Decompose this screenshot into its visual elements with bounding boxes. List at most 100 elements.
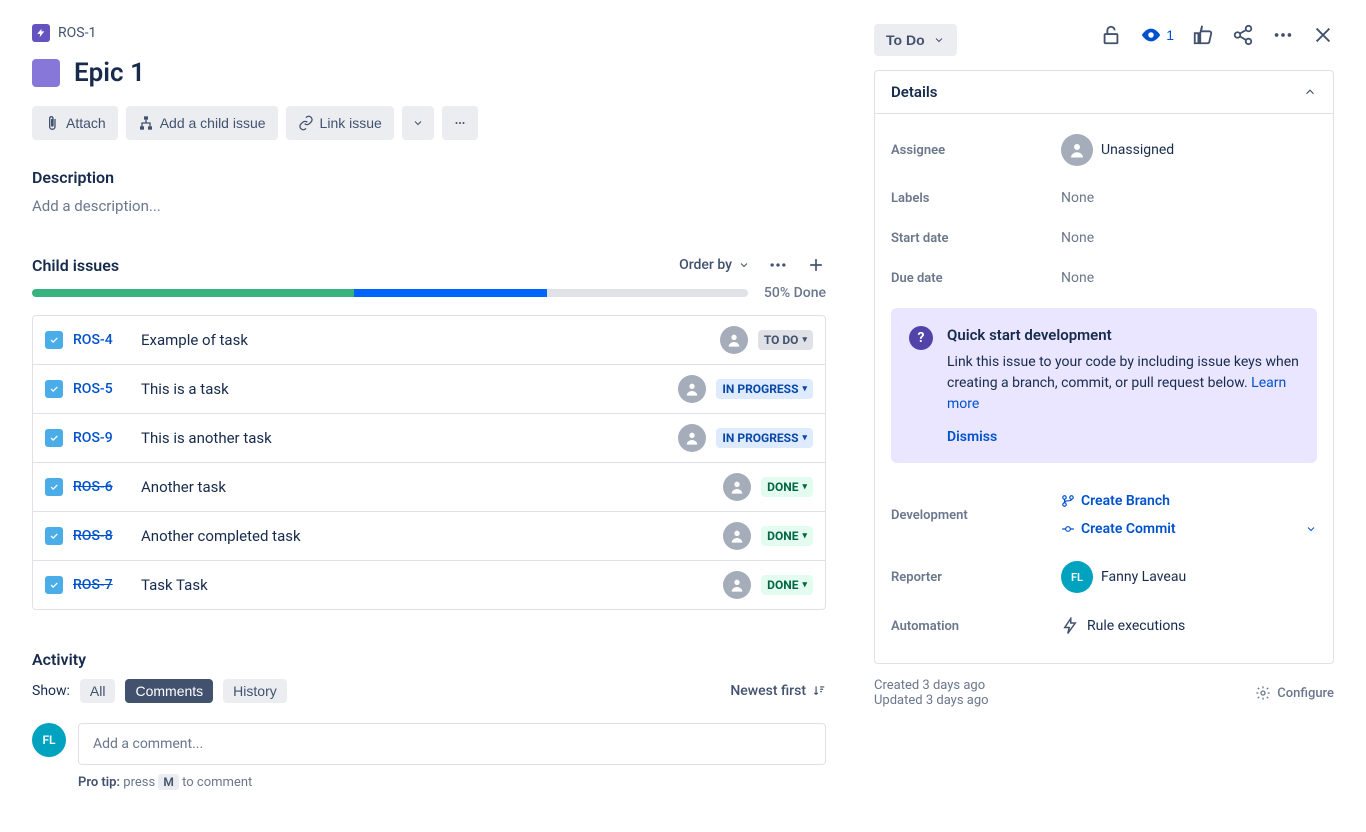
epic-type-icon <box>32 24 50 42</box>
issue-key-link[interactable]: ROS-4 <box>73 332 131 348</box>
lock-button[interactable] <box>1100 24 1122 46</box>
chevron-down-icon: ▾ <box>802 384 807 394</box>
created-timestamp: Created 3 days ago <box>874 678 989 693</box>
close-button[interactable] <box>1312 24 1334 46</box>
chevron-down-icon: ▾ <box>802 482 807 492</box>
create-branch-link[interactable]: Create Branch <box>1061 493 1170 509</box>
link-icon <box>298 115 314 131</box>
chevron-down-icon: ▾ <box>802 531 807 541</box>
tab-comments[interactable]: Comments <box>125 679 213 703</box>
header-more-button[interactable] <box>1272 24 1294 46</box>
attach-button[interactable]: Attach <box>32 106 118 140</box>
add-child-button[interactable]: Add a child issue <box>126 106 278 140</box>
comment-input[interactable]: Add a comment... <box>78 723 826 765</box>
tab-history[interactable]: History <box>223 679 287 703</box>
dots-icon <box>1272 24 1294 46</box>
add-child-label: Add a child issue <box>160 115 266 131</box>
issue-key-link[interactable]: ROS-5 <box>73 381 131 397</box>
attachment-icon <box>44 115 60 131</box>
dots-icon <box>454 114 466 132</box>
assignee-avatar[interactable] <box>678 424 706 452</box>
sort-newest-first[interactable]: Newest first <box>730 683 826 699</box>
status-label: To Do <box>886 32 925 48</box>
branch-icon <box>1061 494 1075 508</box>
details-label: Details <box>891 83 937 101</box>
automation-field[interactable]: Rule executions <box>1061 617 1317 635</box>
task-type-icon <box>45 429 63 447</box>
status-badge[interactable]: DONE▾ <box>761 526 813 546</box>
assignee-field[interactable]: Unassigned <box>1061 134 1317 166</box>
add-child-inline-button[interactable] <box>806 255 826 275</box>
issue-key-link[interactable]: ROS-6 <box>73 479 131 495</box>
issue-summary: Example of task <box>141 331 710 349</box>
order-by-dropdown[interactable]: Order by <box>679 257 750 273</box>
attach-label: Attach <box>66 115 106 131</box>
task-type-icon <box>45 478 63 496</box>
infobox-body: Link this issue to your code by includin… <box>947 352 1299 415</box>
status-badge[interactable]: IN PROGRESS▾ <box>716 379 813 399</box>
order-by-label: Order by <box>679 257 732 273</box>
child-issue-row[interactable]: ROS-5 This is a task IN PROGRESS▾ <box>33 365 825 414</box>
child-issue-row[interactable]: ROS-6 Another task DONE▾ <box>33 463 825 512</box>
breadcrumb-link[interactable]: ROS-1 <box>58 25 96 41</box>
reporter-field[interactable]: FL Fanny Laveau <box>1061 561 1317 593</box>
assignee-avatar[interactable] <box>678 375 706 403</box>
details-toggle[interactable]: Details <box>875 71 1333 114</box>
chevron-down-icon[interactable] <box>1305 523 1317 535</box>
tab-all[interactable]: All <box>80 679 116 703</box>
status-badge[interactable]: TO DO▾ <box>758 330 813 350</box>
assignee-avatar[interactable] <box>720 326 748 354</box>
progress-bar <box>32 289 748 297</box>
vote-button[interactable] <box>1192 24 1214 46</box>
issue-title[interactable]: Epic 1 <box>74 58 145 88</box>
breadcrumb: ROS-1 <box>32 24 826 42</box>
child-issue-row[interactable]: ROS-8 Another completed task DONE▾ <box>33 512 825 561</box>
link-issue-button[interactable]: Link issue <box>286 106 394 140</box>
task-type-icon <box>45 527 63 545</box>
dismiss-button[interactable]: Dismiss <box>947 429 1299 445</box>
hierarchy-icon <box>138 115 154 131</box>
issue-summary: This is a task <box>141 380 668 398</box>
labels-field[interactable]: None <box>1061 190 1317 206</box>
child-issue-row[interactable]: ROS-7 Task Task DONE▾ <box>33 561 825 609</box>
chevron-down-icon: ▾ <box>802 335 807 345</box>
status-badge[interactable]: DONE▾ <box>761 477 813 497</box>
assignee-avatar[interactable] <box>723 522 751 550</box>
child-more-button[interactable] <box>768 255 788 275</box>
issue-summary: Another completed task <box>141 527 713 545</box>
create-commit-link[interactable]: Create Commit <box>1061 521 1176 537</box>
link-issue-dropdown[interactable] <box>402 106 434 140</box>
task-type-icon <box>45 576 63 594</box>
assignee-avatar[interactable] <box>723 473 751 501</box>
status-badge[interactable]: IN PROGRESS▾ <box>716 428 813 448</box>
watch-button[interactable]: 1 <box>1140 24 1174 46</box>
reporter-avatar: FL <box>1061 561 1093 593</box>
bolt-icon <box>1061 617 1079 635</box>
activity-label: Activity <box>32 650 826 669</box>
pro-tip: Pro tip: press M to comment <box>78 775 826 790</box>
issue-key-link[interactable]: ROS-9 <box>73 430 131 446</box>
child-issue-row[interactable]: ROS-9 This is another task IN PROGRESS▾ <box>33 414 825 463</box>
child-issue-row[interactable]: ROS-4 Example of task TO DO▾ <box>33 316 825 365</box>
start-date-field[interactable]: None <box>1061 230 1317 246</box>
link-issue-label: Link issue <box>320 115 382 131</box>
user-avatar: FL <box>32 723 66 757</box>
issue-summary: Another task <box>141 478 713 496</box>
configure-button[interactable]: Configure <box>1255 678 1334 708</box>
chevron-up-icon <box>1303 85 1317 99</box>
share-button[interactable] <box>1232 24 1254 46</box>
status-badge[interactable]: DONE▾ <box>761 575 813 595</box>
chevron-down-icon <box>738 259 750 271</box>
due-date-field[interactable]: None <box>1061 270 1317 286</box>
epic-color-swatch[interactable] <box>32 59 60 87</box>
development-label: Development <box>891 508 1061 523</box>
status-dropdown[interactable]: To Do <box>874 24 957 56</box>
show-label: Show: <box>32 683 70 699</box>
more-actions-button[interactable] <box>442 106 478 140</box>
description-input[interactable]: Add a description... <box>32 197 826 215</box>
assignee-avatar[interactable] <box>723 571 751 599</box>
reporter-label: Reporter <box>891 570 1061 585</box>
issue-key-link[interactable]: ROS-8 <box>73 528 131 544</box>
issue-key-link[interactable]: ROS-7 <box>73 577 131 593</box>
description-label: Description <box>32 168 826 187</box>
